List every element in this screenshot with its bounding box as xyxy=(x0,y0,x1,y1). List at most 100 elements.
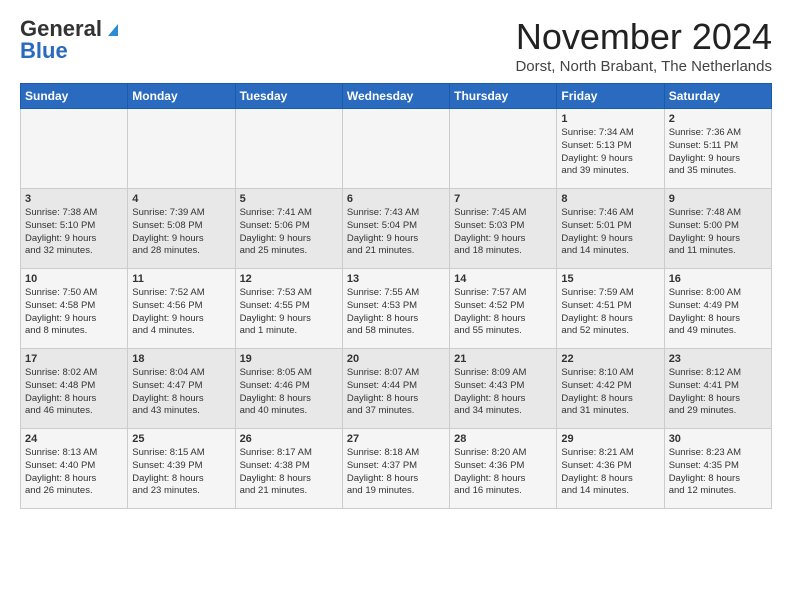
weekday-header-thursday: Thursday xyxy=(450,84,557,109)
day-number: 9 xyxy=(669,193,767,205)
day-info: Sunrise: 7:41 AM Sunset: 5:06 PM Dayligh… xyxy=(240,207,338,258)
calendar-cell: 18Sunrise: 8:04 AM Sunset: 4:47 PM Dayli… xyxy=(128,349,235,429)
header: General Blue November 2024 Dorst, North … xyxy=(20,16,772,75)
day-number: 4 xyxy=(132,193,230,205)
day-info: Sunrise: 7:34 AM Sunset: 5:13 PM Dayligh… xyxy=(561,127,659,178)
day-number: 10 xyxy=(25,273,123,285)
day-info: Sunrise: 7:59 AM Sunset: 4:51 PM Dayligh… xyxy=(561,287,659,338)
day-info: Sunrise: 8:00 AM Sunset: 4:49 PM Dayligh… xyxy=(669,287,767,338)
day-number: 28 xyxy=(454,433,552,445)
calendar-cell xyxy=(235,109,342,189)
day-number: 24 xyxy=(25,433,123,445)
day-info: Sunrise: 7:53 AM Sunset: 4:55 PM Dayligh… xyxy=(240,287,338,338)
calendar-cell xyxy=(450,109,557,189)
calendar-cell: 11 Sunrise: 7:52 AM Sunset: 4:56 PM Dayli… xyxy=(128,269,235,349)
calendar-week-row: 1 Sunrise: 7:34 AM Sunset: 5:13 PM Daylig… xyxy=(21,109,772,189)
day-info: Sunrise: 8:23 AM Sunset: 4:35 PM Dayligh… xyxy=(669,447,767,498)
weekday-header-saturday: Saturday xyxy=(664,84,771,109)
day-number: 6 xyxy=(347,193,445,205)
calendar-cell: 12 Sunrise: 7:53 AM Sunset: 4:55 PM Dayli… xyxy=(235,269,342,349)
logo-blue-text: Blue xyxy=(20,38,68,64)
calendar-cell: 30 Sunrise: 8:23 AM Sunset: 4:35 PM Dayli… xyxy=(664,429,771,509)
day-number: 26 xyxy=(240,433,338,445)
calendar-cell: 21 Sunrise: 8:09 AM Sunset: 4:43 PM Dayli… xyxy=(450,349,557,429)
day-info: Sunrise: 8:05 AM Sunset: 4:46 PM Dayligh… xyxy=(240,367,338,418)
day-info: Sunrise: 7:52 AM Sunset: 4:56 PM Dayligh… xyxy=(132,287,230,338)
calendar-cell: 28 Sunrise: 8:20 AM Sunset: 4:36 PM Dayli… xyxy=(450,429,557,509)
calendar-cell: 10 Sunrise: 7:50 AM Sunset: 4:58 PM Dayli… xyxy=(21,269,128,349)
weekday-header-friday: Friday xyxy=(557,84,664,109)
calendar-cell: 17Sunrise: 8:02 AM Sunset: 4:48 PM Dayli… xyxy=(21,349,128,429)
day-number: 11 xyxy=(132,273,230,285)
title-section: November 2024 Dorst, North Brabant, The … xyxy=(515,16,772,75)
day-number: 2 xyxy=(669,113,767,125)
calendar-cell: 14 Sunrise: 7:57 AM Sunset: 4:52 PM Dayli… xyxy=(450,269,557,349)
day-number: 7 xyxy=(454,193,552,205)
calendar-cell xyxy=(128,109,235,189)
day-info: Sunrise: 7:43 AM Sunset: 5:04 PM Dayligh… xyxy=(347,207,445,258)
day-number: 19 xyxy=(240,353,338,365)
day-number: 22 xyxy=(561,353,659,365)
day-number: 21 xyxy=(454,353,552,365)
calendar-cell: 22 Sunrise: 8:10 AM Sunset: 4:42 PM Dayli… xyxy=(557,349,664,429)
location-subtitle: Dorst, North Brabant, The Netherlands xyxy=(515,58,772,75)
day-number: 12 xyxy=(240,273,338,285)
day-number: 17 xyxy=(25,353,123,365)
calendar-cell: 2 Sunrise: 7:36 AM Sunset: 5:11 PM Daylig… xyxy=(664,109,771,189)
calendar-cell xyxy=(342,109,449,189)
calendar-table: SundayMondayTuesdayWednesdayThursdayFrid… xyxy=(20,83,772,509)
day-number: 8 xyxy=(561,193,659,205)
logo: General Blue xyxy=(20,16,122,64)
day-number: 5 xyxy=(240,193,338,205)
calendar-cell: 9 Sunrise: 7:48 AM Sunset: 5:00 PM Daylig… xyxy=(664,189,771,269)
calendar-cell: 3 Sunrise: 7:38 AM Sunset: 5:10 PM Daylig… xyxy=(21,189,128,269)
day-info: Sunrise: 8:09 AM Sunset: 4:43 PM Dayligh… xyxy=(454,367,552,418)
day-info: Sunrise: 8:13 AM Sunset: 4:40 PM Dayligh… xyxy=(25,447,123,498)
day-number: 25 xyxy=(132,433,230,445)
day-number: 30 xyxy=(669,433,767,445)
calendar-cell: 26 Sunrise: 8:17 AM Sunset: 4:38 PM Dayli… xyxy=(235,429,342,509)
calendar-cell: 7 Sunrise: 7:45 AM Sunset: 5:03 PM Daylig… xyxy=(450,189,557,269)
day-info: Sunrise: 8:20 AM Sunset: 4:36 PM Dayligh… xyxy=(454,447,552,498)
calendar-cell: 6 Sunrise: 7:43 AM Sunset: 5:04 PM Daylig… xyxy=(342,189,449,269)
day-info: Sunrise: 8:18 AM Sunset: 4:37 PM Dayligh… xyxy=(347,447,445,498)
day-info: Sunrise: 8:12 AM Sunset: 4:41 PM Dayligh… xyxy=(669,367,767,418)
day-info: Sunrise: 7:48 AM Sunset: 5:00 PM Dayligh… xyxy=(669,207,767,258)
calendar-cell: 20Sunrise: 8:07 AM Sunset: 4:44 PM Dayli… xyxy=(342,349,449,429)
day-info: Sunrise: 8:17 AM Sunset: 4:38 PM Dayligh… xyxy=(240,447,338,498)
day-number: 15 xyxy=(561,273,659,285)
calendar-cell: 1 Sunrise: 7:34 AM Sunset: 5:13 PM Daylig… xyxy=(557,109,664,189)
calendar-cell xyxy=(21,109,128,189)
day-number: 3 xyxy=(25,193,123,205)
calendar-cell: 8 Sunrise: 7:46 AM Sunset: 5:01 PM Daylig… xyxy=(557,189,664,269)
calendar-cell: 23Sunrise: 8:12 AM Sunset: 4:41 PM Dayli… xyxy=(664,349,771,429)
day-number: 14 xyxy=(454,273,552,285)
calendar-week-row: 10 Sunrise: 7:50 AM Sunset: 4:58 PM Dayli… xyxy=(21,269,772,349)
day-info: Sunrise: 7:57 AM Sunset: 4:52 PM Dayligh… xyxy=(454,287,552,338)
weekday-header-tuesday: Tuesday xyxy=(235,84,342,109)
day-info: Sunrise: 7:36 AM Sunset: 5:11 PM Dayligh… xyxy=(669,127,767,178)
calendar-cell: 16Sunrise: 8:00 AM Sunset: 4:49 PM Dayli… xyxy=(664,269,771,349)
calendar-cell: 13Sunrise: 7:55 AM Sunset: 4:53 PM Dayli… xyxy=(342,269,449,349)
day-number: 27 xyxy=(347,433,445,445)
calendar-cell: 15 Sunrise: 7:59 AM Sunset: 4:51 PM Dayli… xyxy=(557,269,664,349)
day-info: Sunrise: 8:21 AM Sunset: 4:36 PM Dayligh… xyxy=(561,447,659,498)
day-info: Sunrise: 7:39 AM Sunset: 5:08 PM Dayligh… xyxy=(132,207,230,258)
day-number: 1 xyxy=(561,113,659,125)
day-info: Sunrise: 7:38 AM Sunset: 5:10 PM Dayligh… xyxy=(25,207,123,258)
day-info: Sunrise: 8:07 AM Sunset: 4:44 PM Dayligh… xyxy=(347,367,445,418)
weekday-header-row: SundayMondayTuesdayWednesdayThursdayFrid… xyxy=(21,84,772,109)
calendar-week-row: 17Sunrise: 8:02 AM Sunset: 4:48 PM Dayli… xyxy=(21,349,772,429)
day-info: Sunrise: 8:10 AM Sunset: 4:42 PM Dayligh… xyxy=(561,367,659,418)
calendar-cell: 29 Sunrise: 8:21 AM Sunset: 4:36 PM Dayli… xyxy=(557,429,664,509)
logo-icon xyxy=(104,20,122,38)
weekday-header-wednesday: Wednesday xyxy=(342,84,449,109)
day-info: Sunrise: 7:46 AM Sunset: 5:01 PM Dayligh… xyxy=(561,207,659,258)
day-info: Sunrise: 7:50 AM Sunset: 4:58 PM Dayligh… xyxy=(25,287,123,338)
calendar-cell: 19 Sunrise: 8:05 AM Sunset: 4:46 PM Dayli… xyxy=(235,349,342,429)
day-info: Sunrise: 8:04 AM Sunset: 4:47 PM Dayligh… xyxy=(132,367,230,418)
calendar-cell: 27 Sunrise: 8:18 AM Sunset: 4:37 PM Dayli… xyxy=(342,429,449,509)
calendar-cell: 24 Sunrise: 8:13 AM Sunset: 4:40 PM Dayli… xyxy=(21,429,128,509)
day-number: 29 xyxy=(561,433,659,445)
day-info: Sunrise: 7:45 AM Sunset: 5:03 PM Dayligh… xyxy=(454,207,552,258)
